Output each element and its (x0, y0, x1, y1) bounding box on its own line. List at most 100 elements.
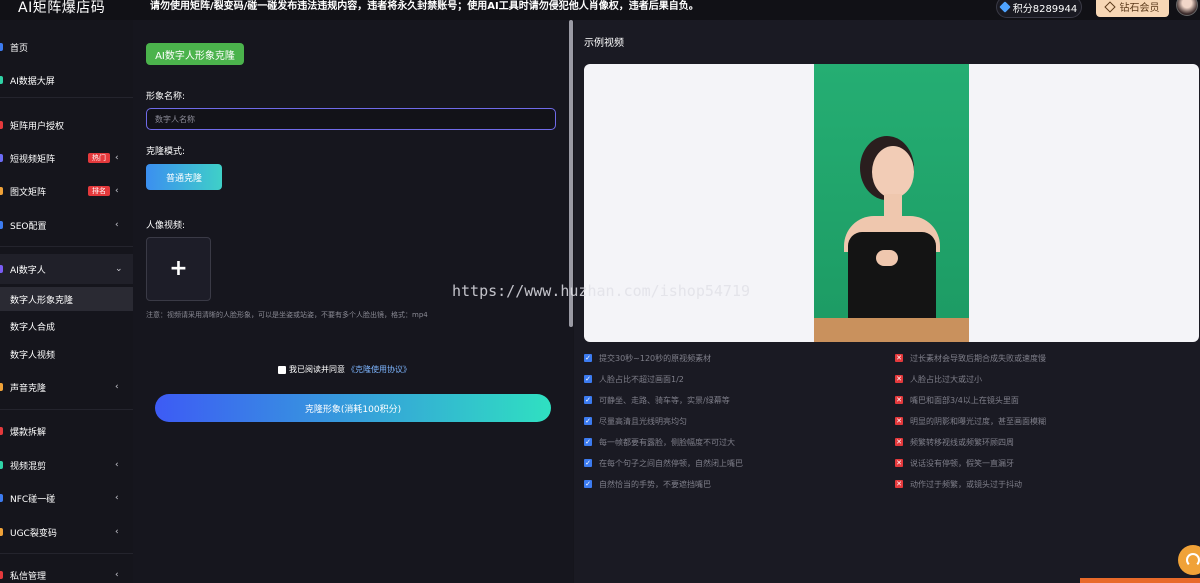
dont-item: ✕ 过长素材会导致后期合成失败或速度慢 (895, 353, 1046, 363)
chevron-left-icon: ‹ (115, 220, 119, 230)
sidebar-item-label: 图文矩阵 (10, 187, 47, 198)
sidebar-item-short-video[interactable]: 短视频矩阵 热门 ‹ (0, 143, 133, 173)
sidebar-item-label: 声音克隆 (10, 383, 47, 394)
notice-banner: 请勿使用矩阵/裂变码/碰一碰发布违法违规内容，违者将永久封禁账号；使用AI工具时… (150, 1, 699, 12)
user-avatar[interactable] (1176, 0, 1198, 16)
sidebar-item-label: 视频混剪 (10, 461, 47, 472)
sidebar-item-ai-digital-human[interactable]: AI数字人 ⌄ (0, 254, 133, 284)
chevron-down-icon: ⌄ (115, 264, 123, 274)
vip-button[interactable]: 钻石会员 (1096, 0, 1169, 17)
sidebar-item-seo[interactable]: SEO配置 ‹ (0, 210, 133, 240)
sidebar-item-label: 矩阵用户授权 (10, 121, 65, 132)
app-logo[interactable]: AI矩阵爆店码 (18, 0, 105, 17)
cross-icon: ✕ (895, 396, 903, 404)
plus-icon: + (169, 256, 188, 281)
sidebar-item-messages[interactable]: 私信管理 ‹ (0, 560, 133, 583)
sidebar-item-label: 短视频矩阵 (10, 154, 56, 165)
agree-checkbox[interactable] (278, 365, 286, 374)
check-icon: ✓ (584, 354, 592, 362)
sidebar-item-ugc[interactable]: UGC裂变码 ‹ (0, 517, 133, 547)
dont-item: ✕ 明显的阴影和曝光过度，甚至画面模糊 (895, 416, 1046, 426)
sidebar-subitem-compose[interactable]: 数字人合成 (0, 314, 133, 338)
chevron-left-icon: ‹ (115, 493, 119, 503)
message-icon (0, 571, 3, 579)
check-icon: ✓ (584, 396, 592, 404)
sidebar: 首页 AI数据大屏 矩阵用户授权 短视频矩阵 热门 ‹ 图文矩阵 排名 ‹ SE… (0, 28, 133, 583)
dont-item: ✕ 动作过于频繁，或镜头过于抖动 (895, 479, 1022, 489)
top-bar: AI矩阵爆店码 请勿使用矩阵/裂变码/碰一碰发布违法违规内容，违者将永久封禁账号… (0, 0, 1200, 20)
do-item: ✓ 自然恰当的手势，不要遮挡嘴巴 (584, 479, 711, 489)
app-root: AI矩阵爆店码 请勿使用矩阵/裂变码/碰一碰发布违法违规内容，违者将永久封禁账号… (0, 0, 1200, 583)
example-title: 示例视频 (584, 38, 624, 49)
vip-label: 钻石会员 (1119, 3, 1160, 14)
sidebar-item-label: SEO配置 (10, 221, 47, 232)
check-icon: ✓ (584, 375, 592, 383)
sidebar-subitem-label: 数字人合成 (10, 322, 56, 333)
sidebar-subitem-label: 数字人形象克隆 (10, 295, 74, 306)
sidebar-item-image-text[interactable]: 图文矩阵 排名 ‹ (0, 176, 133, 206)
dont-item: ✕ 人脸占比过大或过小 (895, 374, 982, 384)
sidebar-subitem-clone[interactable]: 数字人形象克隆 (0, 287, 133, 311)
sidebar-subitem-video[interactable]: 数字人视频 (0, 342, 133, 366)
sidebar-item-nfc[interactable]: NFC碰一碰 ‹ (0, 483, 133, 513)
dont-item: ✕ 频繁转移视线或频繁环顾四周 (895, 437, 1014, 447)
check-icon: ✓ (584, 417, 592, 425)
divider (0, 409, 133, 410)
sidebar-item-analysis[interactable]: 爆款拆解 (0, 416, 133, 446)
cross-icon: ✕ (895, 375, 903, 383)
dont-item: ✕ 说话没有停顿，假笑一直漏牙 (895, 458, 1014, 468)
headset-icon (1186, 553, 1200, 567)
rank-badge: 排名 (88, 186, 110, 196)
points-badge[interactable]: 积分8289944 (996, 0, 1082, 18)
cross-icon: ✕ (895, 459, 903, 467)
divider (0, 246, 133, 247)
sidebar-subitem-label: 数字人视频 (10, 350, 56, 361)
seo-icon (0, 221, 3, 229)
sidebar-item-label: UGC裂变码 (10, 528, 57, 539)
name-input[interactable] (146, 108, 556, 130)
do-item: ✓ 人脸占比不超过画面1/2 (584, 374, 684, 384)
do-item: ✓ 尽量高清且光线明亮均匀 (584, 416, 687, 426)
sidebar-item-label: 首页 (10, 43, 29, 54)
video-icon (0, 154, 3, 162)
cross-icon: ✕ (895, 417, 903, 425)
sidebar-item-ai-dashboard[interactable]: AI数据大屏 (0, 65, 133, 95)
check-icon: ✓ (584, 480, 592, 488)
nfc-icon (0, 494, 3, 502)
normal-clone-button[interactable]: 普通克隆 (146, 164, 222, 190)
diamond-icon (1103, 0, 1116, 13)
submit-clone-button[interactable]: 克隆形象(消耗100积分) (155, 394, 551, 422)
points-text: 积分8289944 (1012, 3, 1078, 15)
chevron-left-icon: ‹ (115, 186, 119, 196)
divider (0, 97, 133, 98)
presenter-figure (842, 144, 942, 324)
dont-item: ✕ 嘴巴和面部3/4以上在镜头里面 (895, 395, 1019, 405)
chevron-left-icon: ‹ (115, 460, 119, 470)
video-upload-button[interactable]: + (146, 237, 211, 301)
bottom-corner-bar (1080, 578, 1200, 583)
chevron-left-icon: ‹ (115, 570, 119, 580)
name-label: 形象名称: (146, 92, 186, 102)
do-item: ✓ 每一帧都要有露脸，侧脸幅度不可过大 (584, 437, 735, 447)
sidebar-item-voice-clone[interactable]: 声音克隆 ‹ (0, 372, 133, 402)
customer-service-button[interactable] (1178, 545, 1200, 575)
sidebar-item-video-mix[interactable]: 视频混剪 ‹ (0, 450, 133, 480)
chevron-left-icon: ‹ (115, 382, 119, 392)
agree-text: 我已阅读并同意 (289, 365, 345, 374)
video-label: 人像视频: (146, 221, 186, 231)
digital-human-icon (0, 265, 3, 273)
form-scrollbar[interactable] (569, 20, 573, 327)
example-video[interactable] (584, 64, 1199, 342)
ugc-icon (0, 528, 3, 536)
agreement-link[interactable]: 《克隆使用协议》 (347, 364, 411, 375)
do-item: ✓ 在每个句子之间自然停顿，自然闭上嘴巴 (584, 458, 743, 468)
home-icon (0, 43, 3, 51)
voice-icon (0, 383, 3, 391)
gem-icon (999, 1, 1011, 13)
sidebar-item-user-auth[interactable]: 矩阵用户授权 (0, 110, 133, 140)
divider (0, 553, 133, 554)
cross-icon: ✕ (895, 354, 903, 362)
sidebar-item-home[interactable]: 首页 (0, 32, 133, 62)
clone-form-panel (133, 20, 573, 583)
upload-hint: 注意：视频请采用清晰的人脸形象，可以是坐姿或站姿，不要有多个人脸出镜，格式：mp… (146, 311, 428, 319)
